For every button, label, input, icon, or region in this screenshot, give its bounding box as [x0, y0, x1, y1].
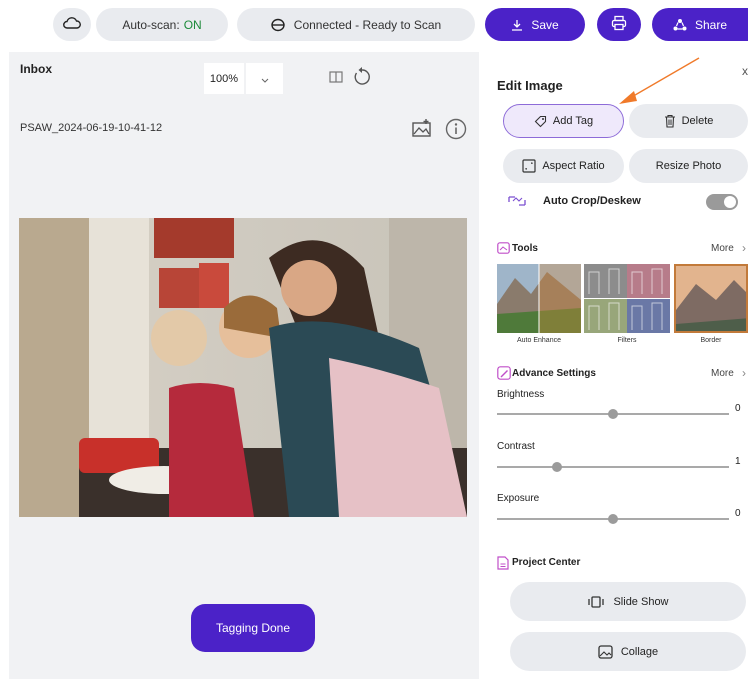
advance-settings-icon	[497, 366, 511, 385]
cloud-icon	[63, 16, 81, 33]
brightness-slider[interactable]	[497, 409, 729, 419]
exposure-value: 0	[735, 508, 741, 519]
delete-label: Delete	[681, 115, 714, 127]
main-photo[interactable]	[19, 218, 467, 517]
rotate-icon[interactable]	[353, 66, 371, 91]
collage-label: Collage	[620, 645, 659, 658]
filters-thumbnail[interactable]	[584, 264, 670, 333]
save-label: Save	[531, 17, 559, 32]
download-icon	[511, 19, 523, 31]
aspect-ratio-button[interactable]: Aspect Ratio	[503, 149, 624, 183]
tagging-done-button[interactable]: Tagging Done	[191, 604, 315, 652]
share-label: Share	[694, 17, 728, 32]
share-button[interactable]: Share	[652, 8, 748, 41]
slide-show-button[interactable]: Slide Show	[510, 582, 746, 621]
connection-status[interactable]: Connected - Ready to Scan	[237, 8, 475, 41]
tools-label: Tools	[512, 243, 538, 254]
close-panel-button[interactable]: x	[742, 64, 748, 78]
project-center-icon	[497, 556, 509, 575]
project-center-label: Project Center	[512, 557, 581, 568]
exposure-slider-handle[interactable]	[608, 514, 618, 524]
auto-enhance-thumbnail[interactable]	[497, 264, 581, 333]
chevron-right-icon[interactable]: ›	[742, 241, 746, 255]
print-button[interactable]	[597, 8, 641, 41]
slideshow-icon	[587, 595, 605, 608]
advance-more-link[interactable]: More	[711, 368, 734, 379]
page-title: Inbox	[20, 62, 52, 76]
border-thumbnail[interactable]	[674, 264, 748, 333]
save-button[interactable]: Save	[485, 8, 585, 41]
add-tag-label: Add Tag	[552, 115, 594, 127]
tools-more-link[interactable]: More	[711, 243, 734, 254]
auto-enhance-label: Auto Enhance	[517, 337, 561, 344]
top-toolbar: Auto-scan: ON Connected - Ready to Scan …	[0, 0, 748, 52]
contrast-label: Contrast	[497, 441, 535, 452]
collage-icon	[598, 644, 613, 659]
contrast-slider[interactable]	[497, 462, 729, 472]
aspect-ratio-label: Aspect Ratio	[542, 160, 605, 172]
auto-scan-value: ON	[183, 17, 202, 32]
filters-label: Filters	[617, 337, 637, 344]
panel-title: Edit Image	[497, 78, 563, 93]
contrast-value: 1	[735, 456, 741, 467]
auto-crop-icon	[507, 194, 527, 213]
chevron-right-icon[interactable]: ›	[742, 366, 746, 380]
advance-settings-label: Advance Settings	[512, 368, 596, 379]
contrast-slider-handle[interactable]	[552, 462, 563, 472]
connection-status-text: Connected - Ready to Scan	[293, 17, 442, 32]
resize-photo-button[interactable]: Resize Photo	[629, 149, 748, 183]
edit-image-panel: x Edit Image Add Tag Delete Aspect Ratio…	[479, 52, 748, 679]
auto-crop-toggle[interactable]	[706, 194, 738, 210]
image-workspace: Inbox 100% PSAW_2024-06-19-10-41-12 Tagg…	[9, 52, 479, 679]
chevron-down-icon	[261, 70, 269, 88]
auto-crop-label: Auto Crop/Deskew	[543, 195, 641, 207]
aspect-ratio-icon	[522, 159, 536, 173]
delete-button[interactable]: Delete	[629, 104, 748, 138]
collage-button[interactable]: Collage	[510, 632, 746, 671]
scanner-icon	[271, 18, 285, 32]
brightness-slider-handle[interactable]	[608, 409, 618, 419]
zoom-level[interactable]: 100%	[204, 63, 244, 94]
auto-scan-status[interactable]: Auto-scan: ON	[96, 8, 228, 41]
exposure-slider[interactable]	[497, 514, 729, 524]
brightness-value: 0	[735, 403, 741, 414]
tools-icon	[497, 241, 510, 259]
zoom-dropdown[interactable]	[246, 63, 283, 94]
exposure-label: Exposure	[497, 493, 540, 504]
compare-view-icon[interactable]	[329, 70, 343, 88]
printer-icon	[611, 15, 627, 34]
trash-icon	[664, 114, 676, 128]
auto-scan-label: Auto-scan:	[122, 17, 180, 32]
slide-show-label: Slide Show	[613, 595, 669, 608]
tag-icon	[534, 115, 547, 128]
info-icon[interactable]	[445, 118, 467, 145]
brightness-label: Brightness	[497, 389, 545, 400]
cloud-button[interactable]	[53, 8, 91, 41]
toggle-knob	[724, 196, 736, 208]
add-tag-button[interactable]: Add Tag	[503, 104, 624, 138]
border-label: Border	[700, 337, 722, 344]
add-image-icon[interactable]	[411, 118, 433, 143]
file-name: PSAW_2024-06-19-10-41-12	[20, 122, 163, 134]
resize-photo-label: Resize Photo	[655, 160, 722, 172]
share-icon	[673, 18, 687, 32]
